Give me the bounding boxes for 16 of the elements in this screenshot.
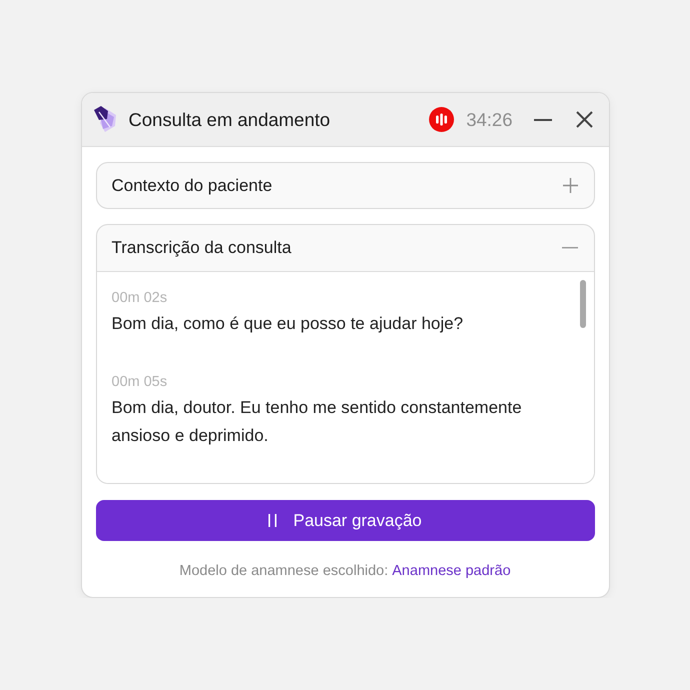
close-button[interactable] — [574, 110, 594, 130]
timer: 34:26 — [466, 108, 512, 132]
pause-recording-button[interactable]: Pausar gravação — [96, 500, 594, 541]
pause-icon — [268, 514, 278, 527]
scrollbar-thumb[interactable] — [580, 280, 586, 328]
template-label: Modelo de anamnese escolhido: — [179, 562, 388, 580]
timestamp: 00m 05s — [112, 373, 168, 391]
close-icon — [576, 111, 593, 128]
accordion-header[interactable]: Contexto do paciente — [96, 162, 594, 209]
template-link[interactable]: Anamnese padrão — [392, 562, 511, 580]
timestamp: 00m 02s — [112, 289, 168, 307]
recording-icon — [429, 107, 454, 132]
transcript-text: Bom dia, como é que eu posso te ajudar hoje? — [112, 313, 464, 335]
transcript-text: Bom dia, doutor. Eu tenho me sentido constantemente ansioso e deprimido. — [112, 397, 523, 447]
window-title: Consulta em andamento — [128, 108, 330, 132]
minimize-icon — [534, 118, 552, 120]
